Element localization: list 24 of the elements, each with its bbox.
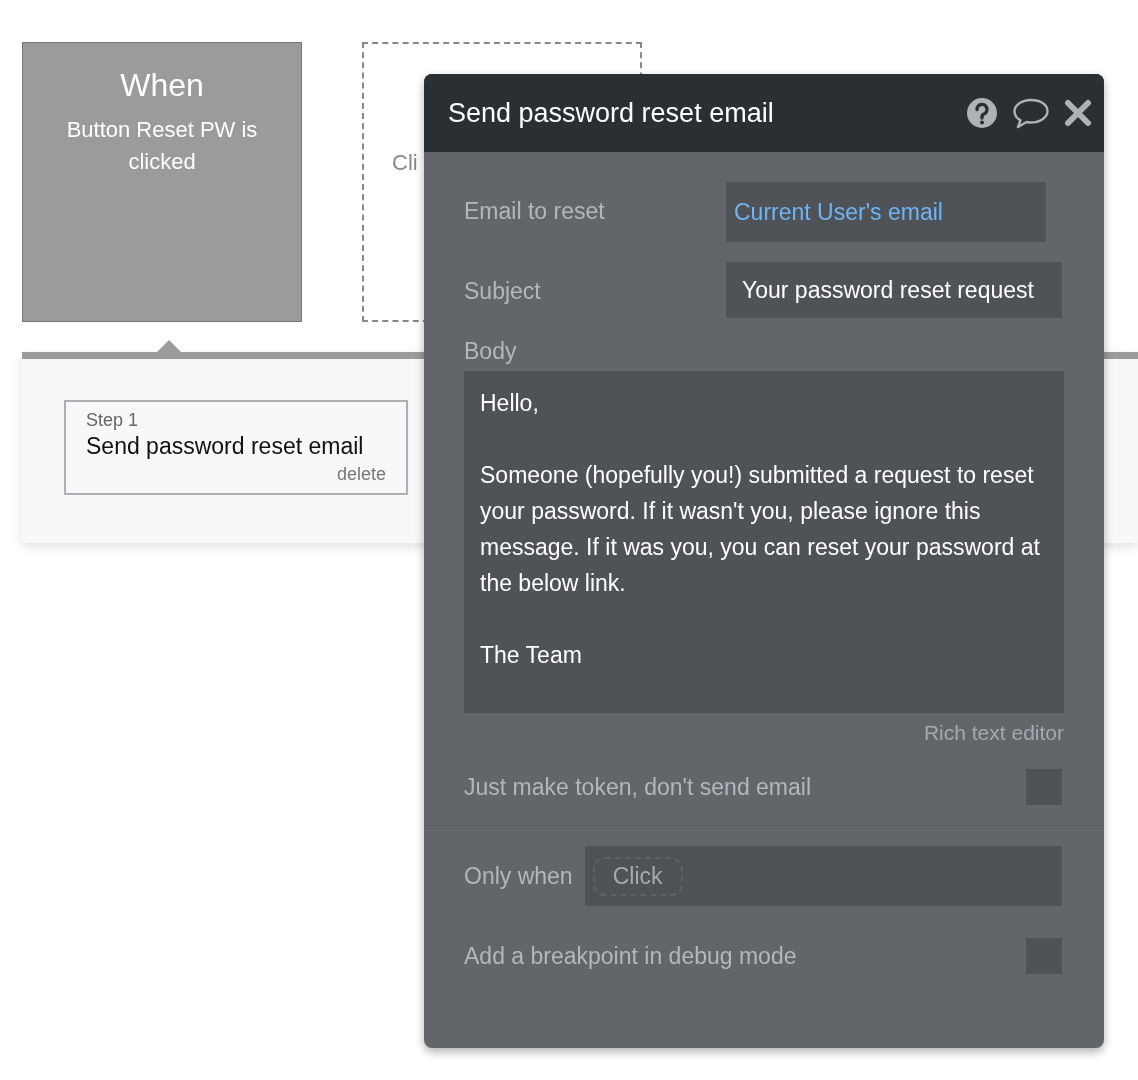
- click-placeholder: Click: [592, 856, 683, 896]
- condition-field[interactable]: Click: [584, 846, 1062, 906]
- close-icon[interactable]: [1064, 99, 1092, 127]
- rich-text-editor-link[interactable]: Rich text editor: [464, 721, 1064, 745]
- step-title: Send password reset email: [86, 433, 365, 460]
- step-card[interactable]: Step 1 Send password reset email delete: [64, 400, 408, 495]
- dynamic-field[interactable]: Current User's email: [726, 182, 1046, 242]
- option-label: Just make token, don't send email: [464, 773, 812, 801]
- field-label: Email to reset: [464, 197, 606, 225]
- field-label: Only when: [464, 862, 574, 890]
- comment-icon[interactable]: [1012, 97, 1050, 129]
- delete-link[interactable]: delete: [86, 464, 386, 485]
- help-icon[interactable]: [966, 97, 998, 129]
- placeholder-text: Cli: [392, 150, 418, 176]
- event-title: When: [120, 67, 204, 104]
- field-label: Body: [464, 338, 518, 365]
- field-label: Subject: [464, 277, 542, 305]
- event-card[interactable]: When Button Reset PW is clicked: [22, 42, 302, 322]
- step-number: Step 1: [86, 410, 140, 431]
- event-description: Button Reset PW is clicked: [65, 116, 259, 176]
- popup-title: Send password reset email: [448, 97, 774, 129]
- option-label: Add a breakpoint in debug mode: [464, 942, 797, 970]
- text-field[interactable]: Your password reset request: [726, 262, 1062, 318]
- body-field[interactable]: Hello, Someone (hopefully you!) submitted a request to reset your password. If it wasn't you, please ignore this message. If it was you, you can reset your password at the below link. The Team: [464, 371, 1064, 713]
